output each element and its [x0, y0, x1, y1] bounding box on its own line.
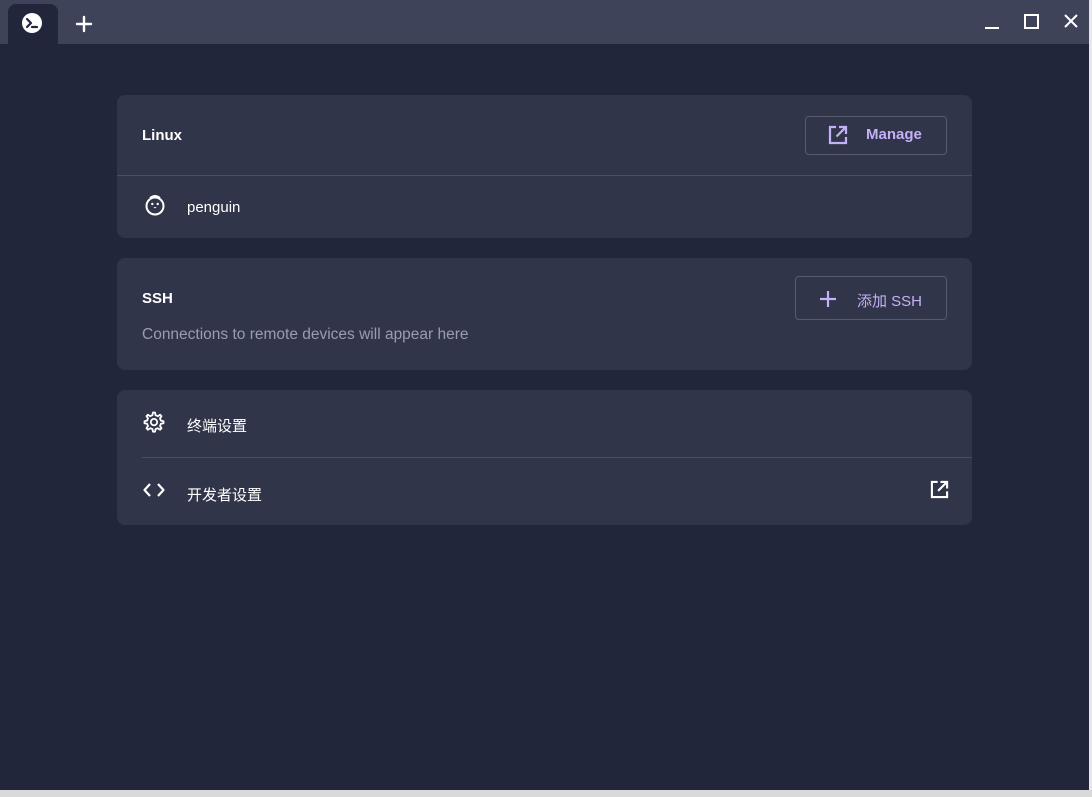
maximize-icon[interactable]	[1020, 10, 1044, 34]
desktop-edge-bottom	[0, 790, 1092, 797]
manage-button[interactable]: Manage	[805, 116, 947, 155]
terminal-prompt-icon	[22, 13, 42, 33]
title-bar	[0, 0, 1089, 44]
ssh-section-title: SSH	[142, 290, 173, 307]
linux-section: Linux Manage penguin	[117, 95, 972, 238]
developer-settings-label: 开发者设置	[187, 487, 263, 504]
linux-section-title: Linux	[142, 127, 182, 144]
add-ssh-button-label: 添加 SSH	[857, 293, 923, 310]
open-in-new-icon	[930, 480, 949, 499]
minimize-icon[interactable]	[980, 10, 1004, 34]
container-name: penguin	[187, 199, 241, 216]
close-icon[interactable]	[1059, 10, 1083, 34]
terminal-settings-label: 终端设置	[187, 418, 248, 435]
code-icon	[143, 483, 165, 497]
settings-section: 终端设置 开发者设置	[117, 390, 972, 525]
gear-icon	[143, 411, 165, 433]
plus-icon	[820, 291, 836, 307]
tab-home[interactable]	[8, 4, 58, 44]
linux-divider	[117, 175, 972, 176]
open-in-new-icon	[828, 125, 848, 145]
new-tab-plus-icon[interactable]	[72, 12, 96, 36]
add-ssh-button[interactable]: 添加 SSH	[795, 276, 947, 320]
ssh-empty-text: Connections to remote devices will appea…	[142, 326, 469, 343]
settings-divider	[142, 457, 972, 458]
penguin-icon	[145, 195, 165, 216]
manage-button-label: Manage	[866, 126, 922, 143]
terminal-app-window: Linux Manage penguin SSH Connections to …	[0, 0, 1089, 790]
ssh-section: SSH Connections to remote devices will a…	[117, 258, 972, 370]
